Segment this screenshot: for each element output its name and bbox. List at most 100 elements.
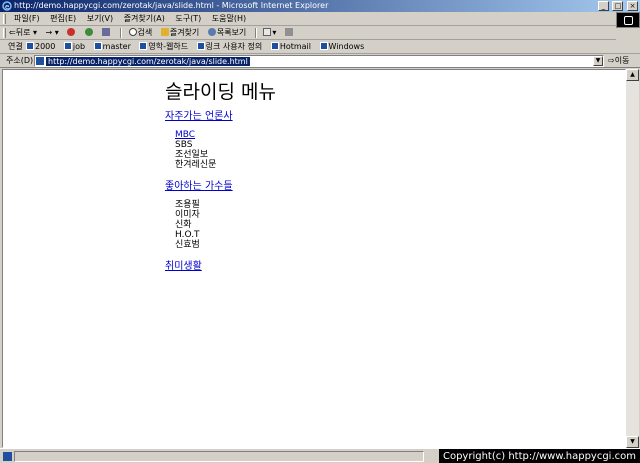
- print-icon: [284, 28, 293, 36]
- go-label: 이동: [614, 56, 630, 65]
- back-button[interactable]: ⇐뒤로 ▾: [9, 26, 37, 40]
- stop-button[interactable]: [67, 26, 76, 40]
- page-title: 슬라이딩 메뉴: [165, 81, 276, 103]
- go-arrow-icon: ⇨: [608, 56, 615, 65]
- toolbar-separator: [120, 28, 122, 38]
- favorites-label: 즐겨찾기: [169, 28, 200, 37]
- close-button[interactable]: ×: [627, 1, 638, 11]
- links-bar: 연결 2000 job master 영학-웹하드 링크 사용자 정의 Hotm…: [0, 40, 640, 54]
- page-icon: [63, 42, 72, 50]
- submenu-item: 신효범: [175, 240, 200, 250]
- minimize-button[interactable]: _: [597, 1, 609, 11]
- title-bar: e http://demo.happycgi.com/zerotak/java/…: [0, 0, 640, 12]
- toolbar-grip[interactable]: [3, 28, 6, 38]
- menu-favorites[interactable]: 즐겨찾기(A): [120, 12, 169, 26]
- menu-view[interactable]: 보기(V): [83, 12, 117, 26]
- link-label: master: [102, 42, 131, 51]
- refresh-icon: [84, 28, 93, 36]
- submenu-item: SBS: [175, 140, 193, 150]
- page-icon: [139, 42, 148, 50]
- link-label: 링크 사용자 정의: [205, 42, 263, 51]
- submenu-item-link[interactable]: MBC: [175, 130, 195, 140]
- address-label: 주소(D): [6, 56, 34, 65]
- mail-icon: [263, 28, 272, 36]
- history-icon: [207, 28, 216, 36]
- refresh-button[interactable]: [84, 26, 94, 40]
- submenu-item: 조용필: [175, 200, 200, 210]
- link-windows[interactable]: Windows: [319, 40, 365, 54]
- home-button[interactable]: [102, 26, 111, 40]
- link-label: Hotmail: [279, 42, 311, 51]
- page-icon: [26, 42, 34, 50]
- category-singers[interactable]: 좋아하는 가수들: [165, 180, 276, 194]
- submenu-item: 이미자: [175, 210, 200, 220]
- category-media[interactable]: 자주가는 언론사: [165, 110, 276, 124]
- windows-logo-icon: [624, 16, 633, 25]
- link-custom[interactable]: 링크 사용자 정의: [196, 40, 263, 54]
- link-webhard[interactable]: 영학-웹하드: [139, 40, 188, 54]
- toolbar-separator: [254, 28, 257, 38]
- copyright-banner: Copyright(c) http://www.happycgi.com: [438, 449, 640, 463]
- page-icon: [319, 42, 328, 50]
- search-icon: [128, 28, 137, 36]
- back-label: 뒤로: [15, 28, 31, 37]
- link-master[interactable]: master: [93, 40, 131, 54]
- menu-edit[interactable]: 편집(E): [46, 12, 80, 26]
- menubar-grip[interactable]: [3, 14, 6, 24]
- address-dropdown-button[interactable]: ▼: [593, 56, 603, 66]
- window-title: http://demo.happycgi.com/zerotak/java/sl…: [14, 1, 329, 10]
- submenu-media: MBC SBS 조선일보 한겨레신문: [175, 130, 276, 170]
- link-job[interactable]: job: [63, 40, 86, 54]
- forward-arrow-icon: →: [45, 28, 53, 37]
- go-button[interactable]: ⇨이동: [608, 55, 629, 67]
- page-status-icon: [3, 452, 12, 461]
- home-icon: [102, 28, 111, 36]
- page-icon: [36, 57, 44, 65]
- page-icon: [196, 42, 205, 50]
- link-label: Windows: [328, 42, 365, 51]
- history-button[interactable]: 목록보기: [207, 26, 246, 40]
- search-button[interactable]: 검색: [128, 26, 153, 40]
- scroll-up-button[interactable]: ▲: [626, 69, 639, 81]
- submenu-item: 한겨레신문: [175, 160, 217, 170]
- menu-file[interactable]: 파일(F): [10, 12, 44, 26]
- menu-help[interactable]: 도움말(H): [208, 12, 250, 26]
- vertical-scrollbar[interactable]: ▲ ▼: [626, 69, 639, 448]
- ie-icon: e: [2, 1, 12, 11]
- submenu-item: 조선일보: [175, 150, 209, 160]
- menu-bar: 파일(F) 편집(E) 보기(V) 즐겨찾기(A) 도구(T) 도움말(H): [0, 12, 640, 26]
- mail-button[interactable]: ▾: [263, 26, 276, 40]
- scroll-down-button[interactable]: ▼: [626, 436, 639, 448]
- maximize-button[interactable]: □: [612, 1, 624, 11]
- address-bar: 주소(D) http://demo.happycgi.com/zerotak/j…: [0, 54, 640, 68]
- submenu-singers: 조용필 이미자 신화 H.O.T 신효범: [175, 200, 276, 250]
- page-viewport: 슬라이딩 메뉴 자주가는 언론사 MBC SBS 조선일보 한겨레신문 좋아하는…: [2, 69, 626, 448]
- status-panel: [14, 451, 424, 462]
- print-button[interactable]: [284, 26, 294, 40]
- address-url[interactable]: http://demo.happycgi.com/zerotak/java/sl…: [46, 57, 250, 66]
- page-icon: [93, 42, 102, 50]
- forward-button[interactable]: → ▾: [46, 26, 59, 40]
- submenu-item: 신화: [175, 220, 192, 230]
- stop-icon: [67, 28, 76, 36]
- sliding-menu: 슬라이딩 메뉴 자주가는 언론사 MBC SBS 조선일보 한겨레신문 좋아하는…: [165, 80, 276, 280]
- page-icon: [270, 42, 279, 50]
- link-hotmail[interactable]: Hotmail: [270, 40, 311, 54]
- link-2000[interactable]: 2000: [26, 40, 55, 54]
- category-hobbies[interactable]: 취미생활: [165, 260, 276, 274]
- back-arrow-icon: ⇐: [9, 28, 16, 37]
- search-label: 검색: [137, 28, 153, 37]
- link-label: 영학-웹하드: [148, 42, 189, 51]
- windows-logo: [616, 12, 640, 28]
- link-label: job: [72, 42, 86, 51]
- standard-toolbar: ⇐뒤로 ▾ → ▾ 검색 즐겨찾기 목록보기 ▾: [0, 26, 616, 40]
- links-label: 연결: [8, 42, 23, 51]
- submenu-item: H.O.T: [175, 230, 200, 240]
- link-label: 2000: [35, 42, 56, 51]
- favorites-button[interactable]: 즐겨찾기: [160, 26, 200, 40]
- svg-text:e: e: [5, 3, 9, 11]
- status-bar: Copyright(c) http://www.happycgi.com: [0, 448, 640, 463]
- address-input[interactable]: http://demo.happycgi.com/zerotak/java/sl…: [34, 55, 604, 67]
- menu-tools[interactable]: 도구(T): [171, 12, 205, 26]
- favorites-icon: [160, 28, 169, 36]
